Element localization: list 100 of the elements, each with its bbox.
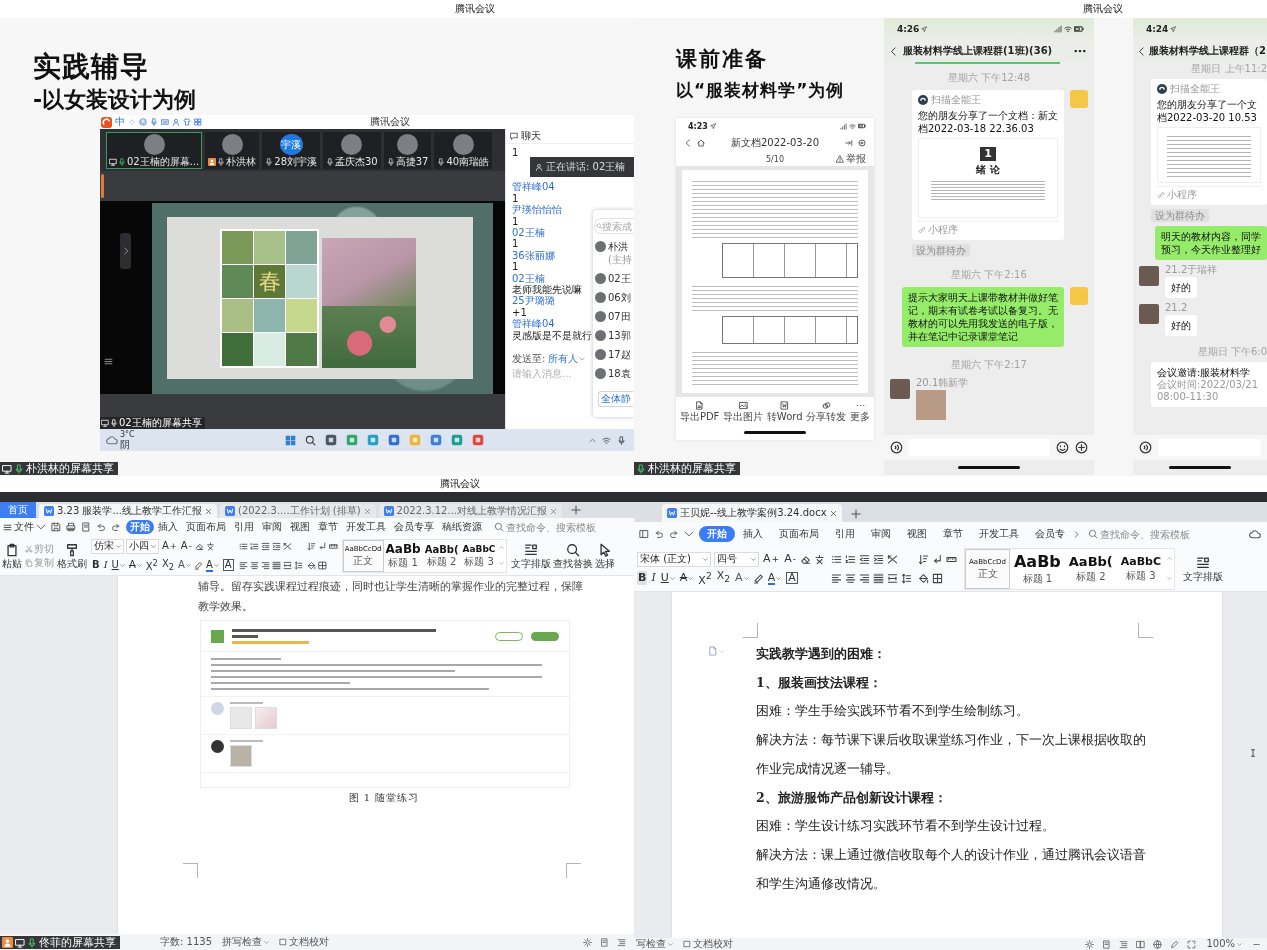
app-icon[interactable] (387, 434, 400, 446)
menu-tab[interactable]: 引用 (827, 526, 863, 542)
cloud-icon[interactable] (1249, 528, 1261, 540)
spell-check-dropdown[interactable]: 拼写检查 (222, 935, 269, 949)
document-tab[interactable]: 首页 (0, 502, 36, 518)
ruler-icon[interactable] (328, 541, 338, 551)
tool-button[interactable]: 文字排版 (511, 542, 552, 569)
action-button[interactable]: 分享转发 (806, 400, 847, 422)
strikethrough-button[interactable]: A (678, 571, 695, 585)
member-name[interactable]: 06刘 (608, 291, 631, 304)
file-menu[interactable]: 文件 (14, 520, 34, 534)
participant-tile[interactable]: 高捷37 (383, 132, 432, 169)
report-link[interactable]: 举报 (836, 153, 866, 165)
bold-button[interactable]: B (637, 571, 648, 585)
app-icon[interactable] (471, 434, 484, 446)
menu-tab[interactable]: 页面布局 (771, 526, 827, 542)
sort-icon[interactable] (306, 541, 316, 551)
app-icon[interactable] (429, 434, 442, 446)
character-border-button[interactable]: A (221, 559, 235, 571)
font-dropdown[interactable]: 宋体 (正文) (637, 551, 711, 567)
style-option[interactable]: AaBbC 标题 3 (1116, 548, 1166, 589)
message-input[interactable]: 请输入消息... (506, 365, 584, 380)
tool-button[interactable]: 文字排版 (1183, 555, 1224, 582)
command-search-field[interactable]: 查找命令、搜索模板 (494, 521, 602, 533)
action-button[interactable]: 转Word (766, 400, 803, 422)
sun-icon[interactable] (1085, 939, 1095, 949)
close-icon[interactable] (550, 507, 557, 515)
strikethrough-button[interactable]: A (127, 558, 143, 572)
plus-circle-icon[interactable] (1075, 441, 1088, 454)
page-view-icon[interactable] (1102, 939, 1112, 949)
microphone-icon[interactable] (150, 118, 158, 126)
outline-view-icon[interactable] (1119, 939, 1129, 949)
highlighter-icon[interactable] (193, 560, 203, 570)
member-name[interactable]: 18袁 (608, 367, 631, 380)
undo-icon[interactable] (654, 529, 664, 539)
menu-tab[interactable]: 章节 (935, 526, 971, 542)
eraser-icon[interactable] (800, 553, 812, 565)
eraser-icon[interactable] (194, 541, 204, 551)
print-icon[interactable] (66, 522, 76, 532)
paste-button[interactable]: 粘贴 (2, 542, 22, 569)
underline-button[interactable]: U (659, 571, 676, 585)
symbol-icon[interactable] (814, 553, 826, 565)
participant-tile[interactable]: 40南瑞皓 (434, 132, 493, 169)
app-icon[interactable] (450, 434, 463, 446)
highlighter-icon[interactable] (752, 572, 764, 584)
align-left-icon[interactable] (831, 572, 843, 584)
script-button[interactable]: X$_{2}$ (160, 556, 176, 574)
script-button[interactable]: X$^{2}$ (697, 568, 713, 588)
grid-icon[interactable] (194, 118, 202, 126)
back-icon[interactable] (889, 46, 898, 56)
close-icon[interactable] (205, 507, 212, 515)
sort-icon[interactable] (918, 553, 930, 565)
app-icon[interactable] (324, 434, 337, 446)
close-icon[interactable] (363, 507, 371, 515)
recipient-dropdown[interactable]: 所有人 (548, 353, 586, 366)
script-button[interactable]: X$^{2}$ (144, 555, 159, 575)
close-icon[interactable] (829, 509, 837, 517)
participant-tile[interactable]: 宇溪 28刘宇溪 (262, 132, 320, 169)
line-spacing-icon[interactable] (901, 572, 913, 584)
undo-icon[interactable] (96, 522, 106, 532)
sun-icon[interactable] (583, 937, 592, 947)
participant-tile[interactable]: 朴洪林 (205, 132, 260, 169)
font-size-dropdown[interactable]: 四号 (714, 551, 759, 567)
crossed-arrows-icon[interactable] (282, 541, 292, 551)
style-option[interactable]: AaBb 标题 1 (1009, 548, 1065, 589)
align-center-icon[interactable] (845, 572, 857, 584)
member-name[interactable]: 07田 (608, 310, 631, 323)
outline-view-icon[interactable] (617, 937, 626, 947)
action-button[interactable]: 导出PDF (679, 400, 720, 422)
menu-tab[interactable]: 会员专享 (390, 520, 438, 534)
distributed-align-icon[interactable] (282, 560, 292, 570)
voice-icon[interactable] (1139, 441, 1152, 454)
line-spacing-icon[interactable] (293, 560, 303, 570)
text-effect-button[interactable]: A (734, 571, 750, 585)
menu-tab[interactable]: 页面布局 (182, 520, 230, 534)
back-icon[interactable] (684, 139, 692, 147)
style-option[interactable]: AaBb 标题 1 (383, 539, 423, 572)
page-view-icon[interactable] (600, 937, 609, 947)
italic-button[interactable]: I (650, 571, 657, 585)
menu-tab[interactable]: 插入 (735, 526, 771, 542)
plus-icon[interactable] (571, 505, 581, 515)
numbered-list-icon[interactable] (249, 541, 259, 551)
script-button[interactable]: X$_{2}$ (715, 569, 732, 587)
member-name[interactable]: 02王 (608, 272, 631, 285)
document-tab[interactable]: (2022.3....工作计划 (排草) (220, 504, 376, 518)
menu-tab[interactable]: 视图 (286, 520, 314, 534)
search-icon[interactable] (304, 434, 316, 446)
arrow-to-bar-icon[interactable] (845, 139, 853, 147)
align-center-icon[interactable] (249, 560, 259, 570)
book-icon[interactable] (1136, 939, 1146, 949)
action-button[interactable]: 更多 (850, 400, 871, 422)
pen-icon[interactable] (1170, 939, 1180, 949)
proofread-button[interactable]: 文档校对 (683, 938, 733, 950)
borders-icon[interactable] (932, 572, 944, 584)
dots-icon[interactable] (128, 118, 136, 126)
microphone-icon[interactable] (617, 435, 626, 445)
menu-tab[interactable]: 开始 (126, 520, 154, 534)
menu-tab[interactable]: 视图 (899, 526, 935, 542)
underline-button[interactable]: U (110, 558, 126, 572)
member-name[interactable]: 13郭 (608, 329, 631, 342)
